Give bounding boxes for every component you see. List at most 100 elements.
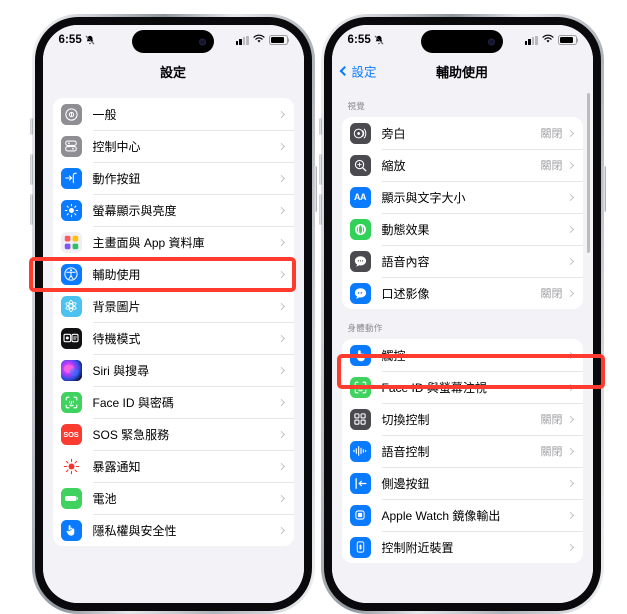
privacy-hand-icon (60, 519, 82, 541)
status-time: 6:55 (347, 34, 371, 46)
volume-down-button[interactable] (29, 194, 33, 225)
list-item[interactable]: 切換控制 關閉 (342, 403, 583, 435)
chevron-right-icon (566, 479, 574, 487)
bell-slash-icon (374, 35, 384, 45)
power-button[interactable] (313, 166, 317, 212)
chevron-right-icon (566, 129, 574, 137)
display-text-icon: AA (349, 186, 371, 208)
list-item[interactable]: 語音內容 (342, 245, 583, 277)
list-item-value: 關閉 (540, 128, 563, 140)
list-item-label: 待機模式 (92, 331, 141, 346)
list-item-label: 語音控制 (381, 444, 430, 459)
power-button[interactable] (602, 166, 606, 212)
back-button[interactable]: 設定 (339, 62, 377, 81)
list-item[interactable]: 螢幕顯示與亮度 (53, 194, 294, 226)
list-item[interactable]: SOS SOS 緊急服務 (53, 418, 294, 450)
exposure-icon (60, 455, 82, 477)
mute-switch[interactable] (29, 118, 33, 135)
list-item-label: 主畫面與 App 資料庫 (92, 235, 205, 250)
back-button-label: 設定 (351, 65, 377, 80)
list-item[interactable]: 輔助使用 (53, 258, 294, 290)
list-item[interactable]: 觸控 (342, 339, 583, 371)
list-item[interactable]: 縮放 關閉 (342, 149, 583, 181)
list-item-label: 動態效果 (381, 222, 430, 237)
list-item-label: 旁白 (381, 126, 406, 141)
standby-icon (60, 327, 82, 349)
list-item[interactable]: 控制附近裝置 (342, 531, 583, 563)
wallpaper-icon (60, 295, 82, 317)
list-item[interactable]: Face ID 與密碼 (53, 386, 294, 418)
list-item[interactable]: 電池 (53, 482, 294, 514)
chevron-right-icon (277, 334, 285, 342)
nearby-devices-icon (349, 536, 371, 558)
list-item[interactable]: 一般 (53, 98, 294, 130)
list-item[interactable]: 動作按鈕 (53, 162, 294, 194)
chevron-right-icon (277, 398, 285, 406)
battery-green-icon (60, 487, 82, 509)
control-center-icon (60, 135, 82, 157)
dynamic-island (132, 30, 214, 53)
wifi-icon (252, 31, 265, 49)
list-item-label: Siri 與搜尋 (92, 363, 150, 378)
battery-icon (268, 35, 288, 45)
right-phone-screen: 6:55 設定 輔助使用 視覺 旁白 關閉 縮放 關閉 AA 顯示與文字大小 動… (331, 25, 593, 603)
chevron-right-icon (566, 447, 574, 455)
list-item[interactable]: Siri 與搜尋 (53, 354, 294, 386)
list-item-value: 關閉 (540, 446, 563, 458)
list-item-label: 顯示與文字大小 (381, 190, 466, 205)
faceid-icon (60, 391, 82, 413)
chevron-right-icon (277, 302, 285, 310)
list-item-label: 口述影像 (381, 286, 430, 301)
list-item[interactable]: 側邊按鈕 (342, 467, 583, 499)
chevron-right-icon (277, 174, 285, 182)
list-item[interactable]: 隱私權與安全性 (53, 514, 294, 546)
list-item[interactable]: Apple Watch 鏡像輸出 (342, 499, 583, 531)
volume-up-button[interactable] (29, 154, 33, 185)
wifi-icon (541, 31, 554, 49)
list-item-label: 側邊按鈕 (381, 476, 430, 491)
chevron-right-icon (566, 257, 574, 265)
voice-control-icon (349, 440, 371, 462)
list-item-label: 控制中心 (92, 139, 141, 154)
list-item-label: 動作按鈕 (92, 171, 141, 186)
list-item[interactable]: 待機模式 (53, 322, 294, 354)
chevron-right-icon (277, 366, 285, 374)
status-time: 6:55 (58, 34, 82, 46)
list-item[interactable]: Face ID 與螢幕注視 (342, 371, 583, 403)
chevron-right-icon (566, 225, 574, 233)
accessibility-list-container[interactable]: 視覺 旁白 關閉 縮放 關閉 AA 顯示與文字大小 動態效果 語音內容 口述影像 關閉 身體動作 觸控 F… (331, 87, 593, 603)
list-item-label: 電池 (92, 491, 117, 506)
list-item[interactable]: 旁白 關閉 (342, 117, 583, 149)
list-item[interactable]: 口述影像 關閉 (342, 277, 583, 309)
screenshot-stage: 6:55 設定 一般 控制中心 動作按鈕 螢幕顯示與亮度 主畫面與 App 資料… (0, 0, 627, 614)
list-item[interactable]: AA 顯示與文字大小 (342, 181, 583, 213)
list-item-value: 關閉 (540, 160, 563, 172)
list-item[interactable]: 語音控制 關閉 (342, 435, 583, 467)
list-item[interactable]: 動態效果 (342, 213, 583, 245)
list-item[interactable]: 控制中心 (53, 130, 294, 162)
settings-card: 旁白 關閉 縮放 關閉 AA 顯示與文字大小 動態效果 語音內容 口述影像 關閉 (341, 117, 583, 309)
app-library-icon (60, 231, 82, 253)
right-phone-accessibility: 6:55 設定 輔助使用 視覺 旁白 關閉 縮放 關閉 AA 顯示與文字大小 動… (318, 14, 606, 614)
chevron-right-icon (277, 142, 285, 150)
volume-down-button[interactable] (318, 194, 322, 225)
voiceover-icon (349, 122, 371, 144)
chevron-right-icon (566, 351, 574, 359)
motion-icon (349, 218, 371, 240)
battery-icon (557, 35, 577, 45)
list-item-label: 語音內容 (381, 254, 430, 269)
chevron-right-icon (277, 526, 285, 534)
touch-icon (349, 344, 371, 366)
list-item-label: 隱私權與安全性 (92, 523, 177, 538)
settings-list-container[interactable]: 一般控制中心動作按鈕螢幕顯示與亮度主畫面與 App 資料庫輔助使用 背景圖片待機模… (42, 87, 304, 603)
side-button-icon (349, 472, 371, 494)
siri-icon (60, 359, 82, 381)
list-item[interactable]: 暴露通知 (53, 450, 294, 482)
list-item[interactable]: 背景圖片 (53, 290, 294, 322)
list-item-label: 控制附近裝置 (381, 540, 454, 555)
scrollbar[interactable] (587, 93, 590, 253)
mute-switch[interactable] (318, 118, 322, 135)
chevron-right-icon (566, 511, 574, 519)
volume-up-button[interactable] (318, 154, 322, 185)
list-item[interactable]: 主畫面與 App 資料庫 (53, 226, 294, 258)
